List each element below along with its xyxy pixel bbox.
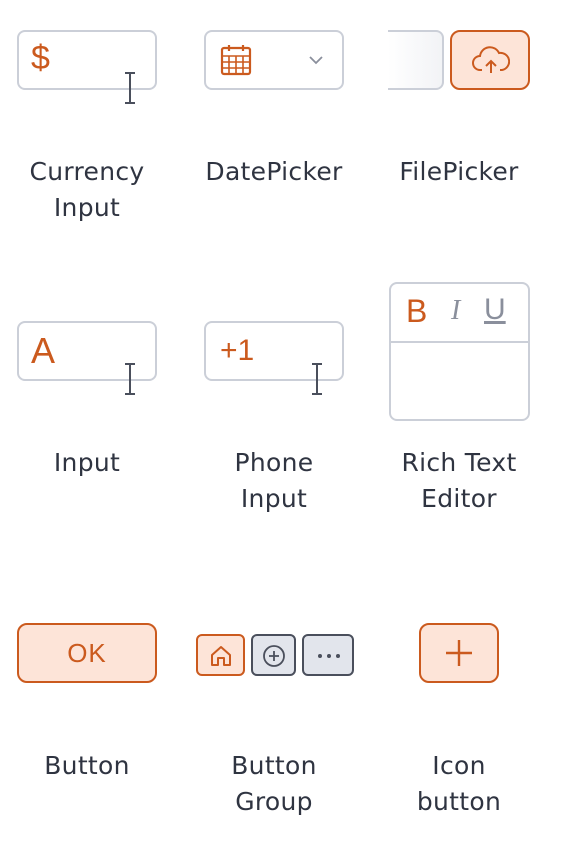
icon-button-widget[interactable] xyxy=(419,623,499,683)
filepicker-label: FilePicker xyxy=(399,157,519,186)
datepicker-widget[interactable] xyxy=(204,30,344,90)
dollar-icon: $ xyxy=(31,39,50,77)
bold-button[interactable]: B xyxy=(406,292,427,330)
button-label: Button xyxy=(44,751,130,780)
rich-text-editor-label: Rich Text Editor xyxy=(401,448,517,513)
filepicker-field[interactable] xyxy=(388,30,444,90)
cloud-upload-icon xyxy=(472,46,510,73)
icon-button-label: Icon button xyxy=(416,751,502,816)
phone-input-label: Phone Input xyxy=(234,448,314,513)
text-cursor-icon xyxy=(312,363,322,395)
underline-button[interactable]: U xyxy=(484,292,506,328)
phone-input-widget[interactable]: +1 xyxy=(204,321,344,395)
add-icon-button[interactable] xyxy=(419,623,499,683)
editor-content-area[interactable] xyxy=(391,343,528,419)
italic-button[interactable]: I xyxy=(451,294,460,328)
add-button[interactable] xyxy=(251,634,296,676)
plus-icon xyxy=(446,640,472,666)
filepicker-widget[interactable] xyxy=(388,30,530,90)
button-group-widget[interactable] xyxy=(196,634,354,676)
button-widget[interactable]: OK xyxy=(17,623,157,683)
plus-circle-icon xyxy=(263,645,285,667)
home-button[interactable] xyxy=(196,634,245,676)
input-label: Input xyxy=(53,448,121,477)
input-widget[interactable]: A xyxy=(17,321,157,395)
currency-input-label: Currency Input xyxy=(29,157,145,222)
datepicker-label: DatePicker xyxy=(205,157,343,186)
rich-text-editor-widget[interactable]: B I U xyxy=(389,282,530,421)
phone-prefix: +1 xyxy=(220,334,255,367)
button-group-label: Button Group xyxy=(231,751,317,816)
text-cursor-icon xyxy=(125,363,135,395)
ok-button-label: OK xyxy=(67,638,107,668)
chevron-down-icon[interactable] xyxy=(308,54,324,66)
currency-input-widget[interactable]: $ xyxy=(17,30,157,104)
calendar-icon xyxy=(220,45,252,76)
more-horizontal-icon xyxy=(318,654,340,658)
text-input-glyph: A xyxy=(31,330,56,371)
more-button[interactable] xyxy=(302,634,354,676)
text-cursor-icon xyxy=(125,72,135,104)
home-icon xyxy=(211,646,231,666)
ok-button[interactable]: OK xyxy=(17,623,157,683)
